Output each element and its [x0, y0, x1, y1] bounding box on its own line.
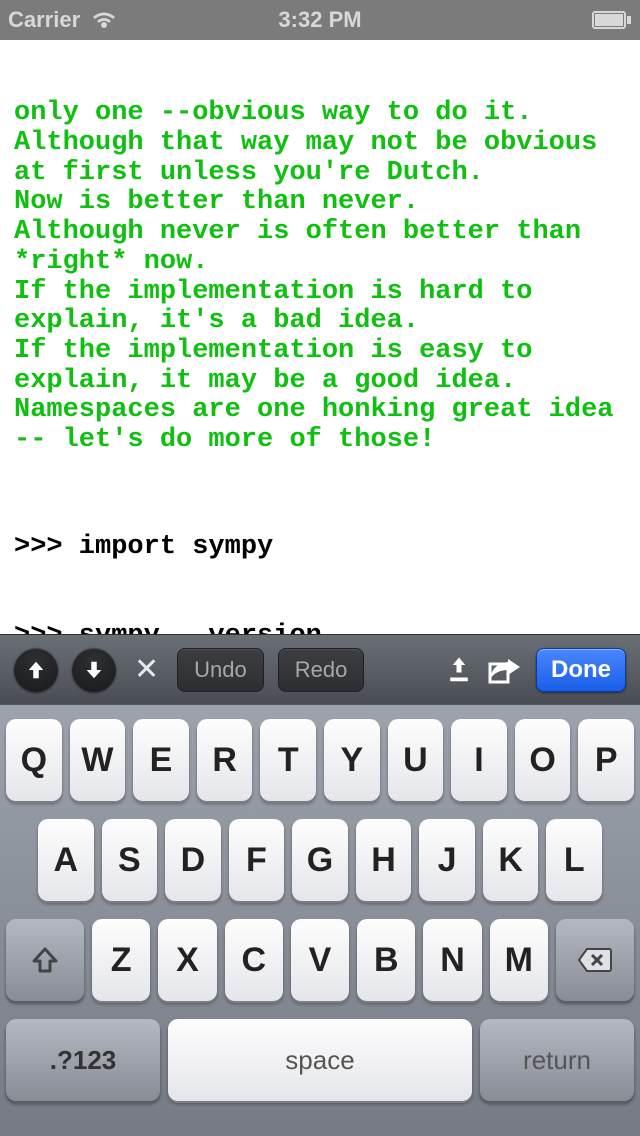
history-up-button[interactable] [14, 648, 58, 692]
key-a[interactable]: A [38, 819, 94, 901]
key-return[interactable]: return [480, 1019, 634, 1101]
key-v[interactable]: V [291, 919, 349, 1001]
key-k[interactable]: K [483, 819, 539, 901]
terminal-output[interactable]: only one --obvious way to do it. Althoug… [0, 40, 640, 634]
carrier-label: Carrier [8, 7, 80, 33]
upload-icon[interactable] [444, 655, 474, 685]
key-t[interactable]: T [260, 719, 316, 801]
key-shift[interactable] [6, 919, 84, 1001]
command-line-1: >>> import sympy [14, 533, 626, 563]
key-z[interactable]: Z [92, 919, 150, 1001]
key-y[interactable]: Y [324, 719, 380, 801]
keyboard-row-3: Z X C V B N M [6, 919, 634, 1001]
status-time: 3:32 PM [278, 7, 361, 33]
wifi-icon [90, 10, 118, 30]
key-r[interactable]: R [197, 719, 253, 801]
key-q[interactable]: Q [6, 719, 62, 801]
share-icon[interactable] [488, 656, 522, 684]
key-l[interactable]: L [546, 819, 602, 901]
key-m[interactable]: M [490, 919, 548, 1001]
command-line-2: >>> sympy.__version__ [14, 622, 626, 634]
keyboard-row-4: .?123 space return [6, 1019, 634, 1101]
key-g[interactable]: G [292, 819, 348, 901]
key-p[interactable]: P [578, 719, 634, 801]
key-n[interactable]: N [423, 919, 481, 1001]
undo-button[interactable]: Undo [177, 648, 264, 692]
key-h[interactable]: H [356, 819, 412, 901]
key-e[interactable]: E [133, 719, 189, 801]
key-mode-toggle[interactable]: .?123 [6, 1019, 160, 1101]
battery-icon [592, 11, 632, 29]
key-f[interactable]: F [229, 819, 285, 901]
key-backspace[interactable] [556, 919, 634, 1001]
onscreen-keyboard: Q W E R T Y U I O P A S D F G H J K L Z … [0, 704, 640, 1136]
keyboard-row-1: Q W E R T Y U I O P [6, 719, 634, 801]
zen-of-python-text: only one --obvious way to do it. Althoug… [14, 99, 626, 455]
redo-button[interactable]: Redo [278, 648, 365, 692]
history-down-button[interactable] [72, 648, 116, 692]
key-o[interactable]: O [515, 719, 571, 801]
keyboard-row-2: A S D F G H J K L [6, 819, 634, 901]
clear-button[interactable]: ✕ [130, 652, 163, 687]
key-b[interactable]: B [357, 919, 415, 1001]
shift-icon [30, 946, 60, 974]
key-space[interactable]: space [168, 1019, 472, 1101]
done-button[interactable]: Done [536, 648, 626, 692]
key-s[interactable]: S [102, 819, 158, 901]
key-c[interactable]: C [225, 919, 283, 1001]
key-w[interactable]: W [70, 719, 126, 801]
key-i[interactable]: I [451, 719, 507, 801]
key-u[interactable]: U [388, 719, 444, 801]
key-x[interactable]: X [158, 919, 216, 1001]
backspace-icon [577, 947, 613, 973]
keyboard-accessory-toolbar: ✕ Undo Redo Done [0, 634, 640, 704]
key-j[interactable]: J [419, 819, 475, 901]
key-d[interactable]: D [165, 819, 221, 901]
status-bar: Carrier 3:32 PM [0, 0, 640, 40]
